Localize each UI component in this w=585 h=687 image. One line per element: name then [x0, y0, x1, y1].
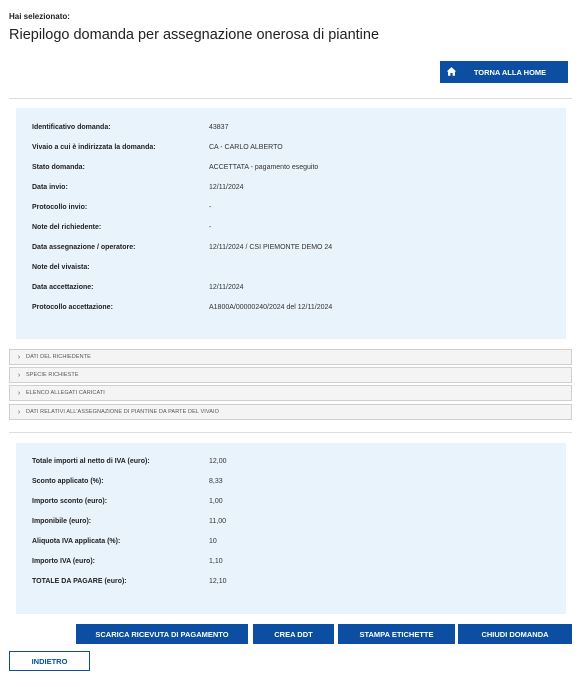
total-label: Aliquota IVA applicata (%):	[32, 538, 121, 545]
total-value: 11,00	[209, 518, 226, 525]
accordion-dati-assegnazione[interactable]: › DATI RELATIVI ALL'ASSEGNAZIONE DI PIAN…	[9, 404, 572, 420]
download-receipt-button[interactable]: SCARICA RICEVUTA DI PAGAMENTO	[76, 624, 248, 644]
detail-value: A1800A/00000240/2024 del 12/11/2024	[209, 304, 333, 311]
page-title: Riepilogo domanda per assegnazione onero…	[9, 27, 380, 43]
detail-label: Note del vivaista:	[32, 264, 90, 271]
accordion-dati-richiedente[interactable]: › DATI DEL RICHIEDENTE	[9, 349, 572, 365]
home-button-label: TORNA ALLA HOME	[473, 67, 547, 77]
chevron-right-icon: ›	[17, 353, 21, 361]
total-label: Totale importi al netto di IVA (euro):	[32, 458, 150, 465]
detail-label: Note del richiedente:	[32, 224, 102, 231]
accordion-specie-richieste[interactable]: › SPECIE RICHIESTE	[9, 367, 572, 383]
detail-label: Protocollo accettazione:	[32, 304, 113, 311]
total-value: 12,00	[209, 458, 227, 465]
detail-value: 12/11/2024	[209, 184, 244, 191]
home-button[interactable]: TORNA ALLA HOME	[440, 61, 568, 83]
chevron-right-icon: ›	[17, 408, 21, 416]
detail-value: ACCETTATA - pagamento eseguito	[209, 164, 319, 171]
total-value: 8,33	[209, 478, 223, 485]
total-value: 1,10	[209, 558, 223, 565]
accordion-elenco-allegati[interactable]: › ELENCO ALLEGATI CARICATI	[9, 385, 572, 401]
detail-value: -	[209, 204, 212, 211]
total-label: Importo IVA (euro):	[32, 558, 95, 565]
chevron-right-icon: ›	[17, 389, 21, 397]
detail-label: Protocollo invio:	[32, 204, 88, 211]
accordion-label: ELENCO ALLEGATI CARICATI	[26, 390, 105, 396]
divider	[9, 98, 572, 99]
total-label: Importo sconto (euro):	[32, 498, 108, 505]
chevron-right-icon: ›	[17, 371, 21, 379]
detail-label: Identificativo domanda:	[32, 124, 111, 131]
selected-label: Hai selezionato:	[9, 12, 70, 21]
detail-value: 12/11/2024	[209, 284, 244, 291]
request-details-panel: Identificativo domanda: 43837 Vivaio a cu…	[16, 108, 566, 339]
total-value: 12,10	[209, 578, 227, 585]
close-request-button[interactable]: CHIUDI DOMANDA	[458, 624, 572, 644]
create-ddt-button[interactable]: CREA DDT	[253, 624, 334, 644]
home-icon	[446, 67, 457, 76]
accordion-label: DATI DEL RICHIEDENTE	[26, 354, 91, 360]
accordion-label: SPECIE RICHIESTE	[26, 372, 79, 378]
back-button[interactable]: INDIETRO	[9, 651, 90, 671]
total-label: TOTALE DA PAGARE (euro):	[32, 578, 127, 585]
total-label: Imponibile (euro):	[32, 518, 92, 525]
divider	[9, 432, 572, 433]
detail-label: Data invio:	[32, 184, 68, 191]
accordion-label: DATI RELATIVI ALL'ASSEGNAZIONE DI PIANTI…	[26, 409, 219, 415]
detail-value: -	[209, 224, 212, 231]
total-value: 1,00	[209, 498, 223, 505]
detail-value: CA - CARLO ALBERTO	[209, 144, 283, 151]
detail-label: Stato domanda:	[32, 164, 85, 171]
print-labels-button[interactable]: STAMPA ETICHETTE	[338, 624, 455, 644]
total-label: Sconto applicato (%):	[32, 478, 104, 485]
detail-label: Vivaio a cui è indirizzata la domanda:	[32, 144, 156, 151]
detail-value: 12/11/2024 / CSI PIEMONTE DEMO 24	[209, 244, 333, 251]
detail-label: Data assegnazione / operatore:	[32, 244, 136, 251]
total-value: 10	[209, 538, 217, 545]
detail-label: Data accettazione:	[32, 284, 94, 291]
detail-value: 43837	[209, 124, 229, 131]
totals-panel: Totale importi al netto di IVA (euro): 12…	[16, 443, 566, 614]
